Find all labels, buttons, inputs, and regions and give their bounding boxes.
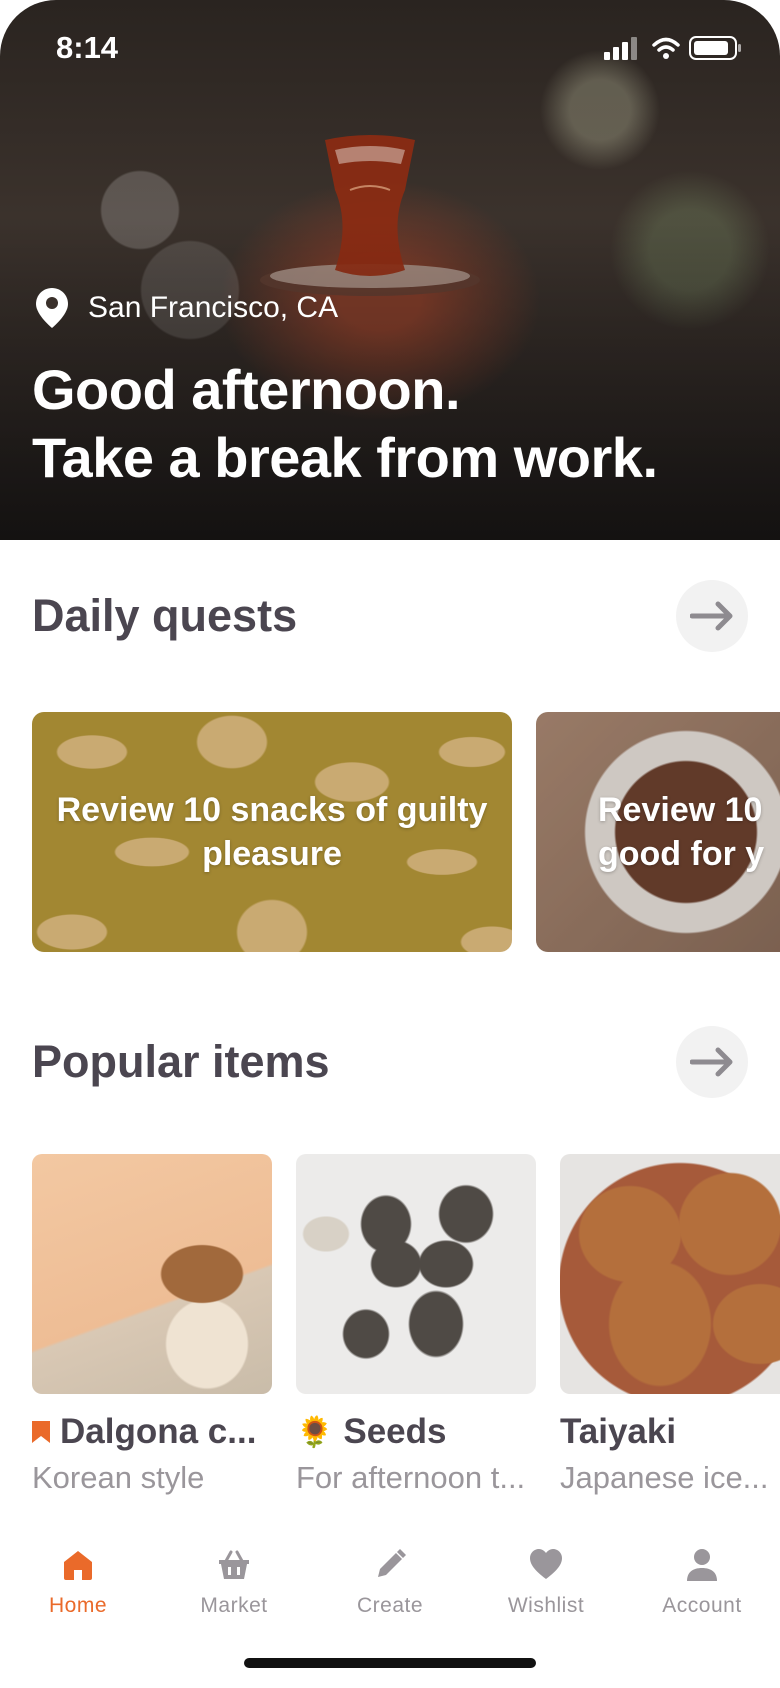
item-image-taiyaki (560, 1154, 780, 1394)
quest-card-text: Review 10 good for y (598, 791, 765, 873)
popular-items-header: Popular items (32, 1026, 748, 1098)
item-image-seeds (296, 1154, 536, 1394)
nav-create[interactable]: Create (312, 1518, 468, 1638)
status-bar: 8:14 (0, 0, 780, 96)
home-icon (64, 1551, 92, 1580)
heart-icon (530, 1549, 562, 1579)
nav-label: Account (662, 1594, 742, 1617)
arrow-right-icon (690, 1047, 733, 1077)
battery-icon (689, 36, 741, 60)
nav-account[interactable]: Account (624, 1518, 780, 1638)
screen: 8:14 San Francisco, CA Good afternoon. T… (0, 0, 780, 1688)
item-subtitle: Japanese ice... (560, 1460, 769, 1495)
greeting-line-2: Take a break from work. (32, 426, 658, 489)
nav-label: Market (200, 1594, 268, 1617)
item-name: 🌻 Seeds (296, 1412, 447, 1451)
signal-icon (604, 37, 637, 60)
daily-quests-header: Daily quests (32, 580, 748, 652)
nav-market[interactable]: Market (156, 1518, 312, 1638)
bookmark-icon (32, 1421, 50, 1443)
quest-card[interactable]: Review 10 snacks of guilty pleasure (32, 712, 512, 952)
greeting-headline: Good afternoon. Take a break from work. (32, 356, 772, 492)
item-subtitle: For afternoon t... (296, 1460, 526, 1495)
daily-quests-title: Daily quests (32, 590, 298, 641)
location[interactable]: San Francisco, CA (36, 288, 338, 328)
hero-banner: 8:14 San Francisco, CA Good afternoon. T… (0, 0, 780, 540)
nav-label: Create (356, 1594, 424, 1617)
popular-item[interactable]: Dalgona c... Korean style (32, 1154, 272, 1496)
sunflower-icon: 🌻 (296, 1415, 334, 1449)
item-subtitle: Korean style (32, 1460, 205, 1495)
item-name: Taiyaki (560, 1412, 677, 1451)
nav-wishlist[interactable]: Wishlist (468, 1518, 624, 1638)
location-text: San Francisco, CA (88, 291, 339, 324)
quest-card[interactable]: Review 10 good for y (536, 712, 780, 952)
home-indicator (244, 1658, 536, 1668)
popular-items-more-button[interactable] (676, 1026, 748, 1098)
nav-home[interactable]: Home (0, 1518, 156, 1638)
nav-label: Home (48, 1594, 108, 1617)
popular-items-title: Popular items (32, 1036, 330, 1087)
bottom-nav: Home Market Create Wishlist Account (0, 1518, 780, 1638)
quest-card-text: Review 10 snacks of guilty pleasure (56, 791, 488, 873)
arrow-right-icon (690, 601, 733, 631)
daily-quests-more-button[interactable] (676, 580, 748, 652)
popular-item[interactable]: 🌻 Seeds For afternoon t... (296, 1154, 536, 1496)
item-name: Dalgona c... (32, 1412, 272, 1452)
item-image-dalgona (32, 1154, 272, 1394)
basket-icon (219, 1550, 249, 1579)
nav-label: Wishlist (507, 1594, 585, 1617)
user-icon (687, 1549, 717, 1581)
location-pin-icon (36, 288, 68, 328)
wifi-icon (652, 37, 680, 59)
status-icons (604, 36, 741, 60)
pencil-icon (378, 1549, 406, 1577)
greeting-line-1: Good afternoon. (32, 358, 461, 421)
status-time: 8:14 (56, 30, 119, 65)
popular-item[interactable]: Taiyaki Japanese ice... (560, 1154, 780, 1496)
